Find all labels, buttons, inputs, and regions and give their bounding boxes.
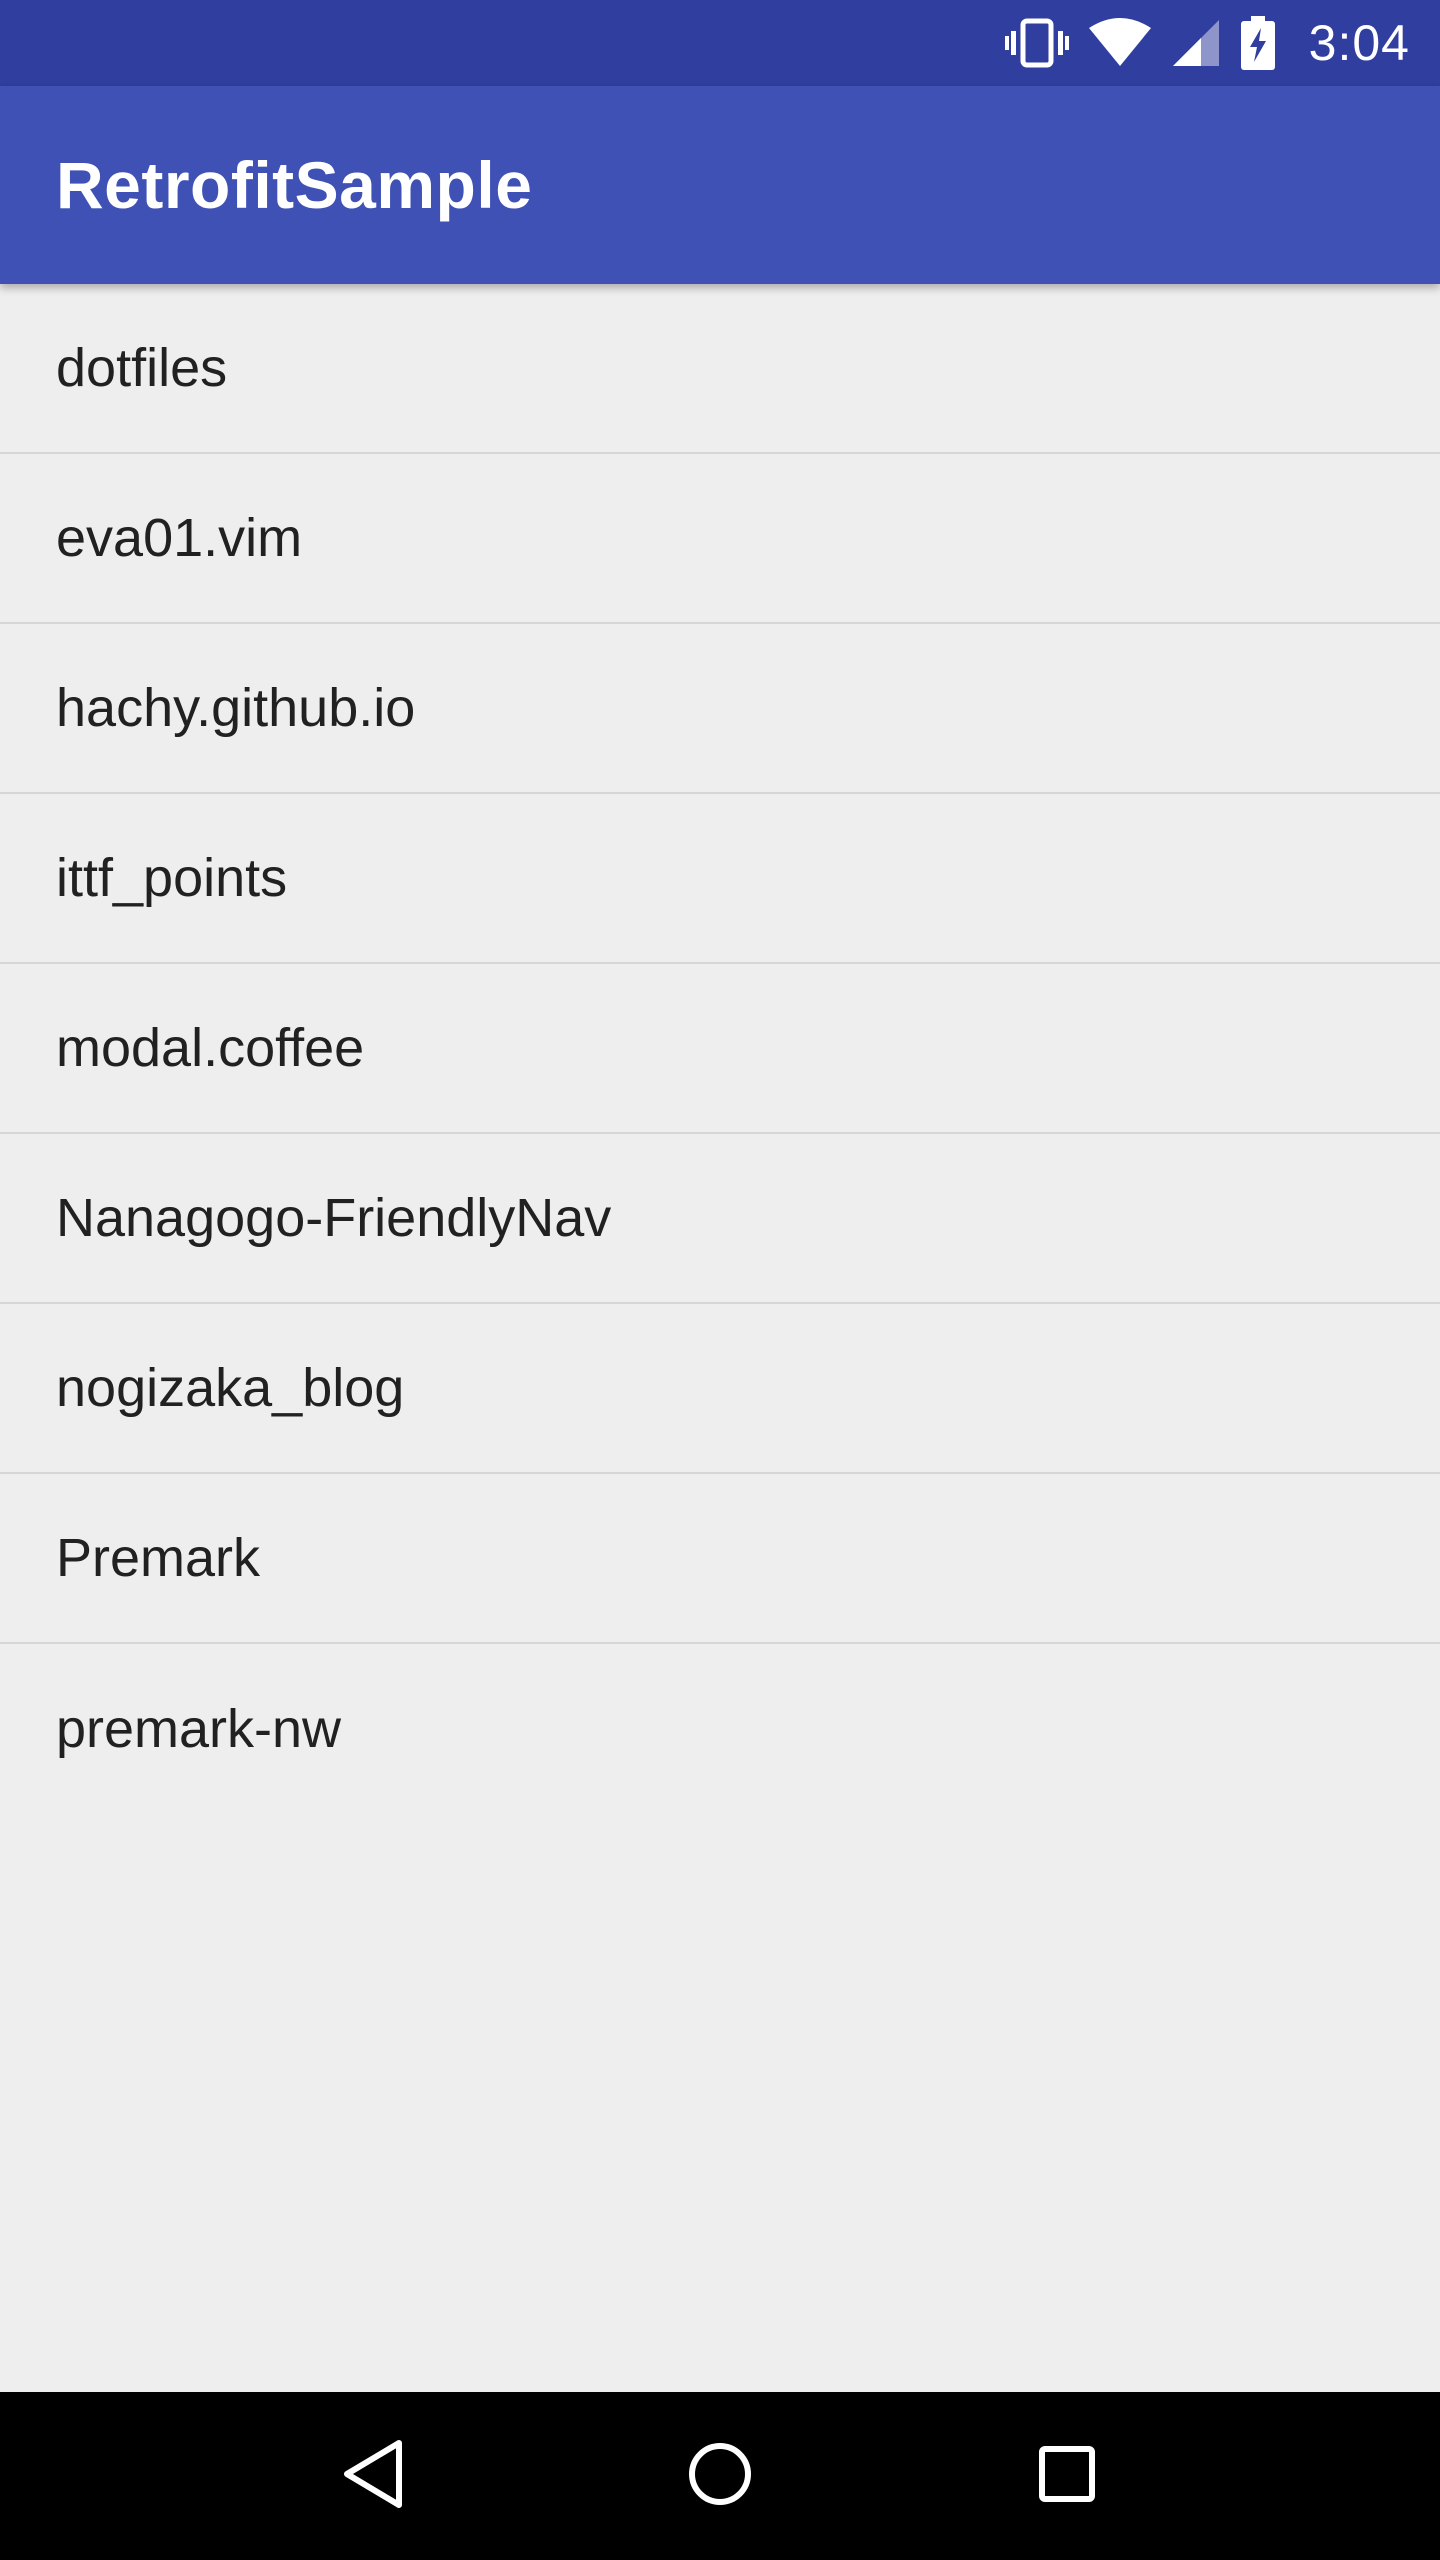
nav-bar (0, 2392, 1440, 2560)
list-item[interactable]: ittf_points (0, 794, 1440, 964)
recents-button[interactable] (1007, 2416, 1127, 2536)
list-item[interactable]: modal.coffee (0, 964, 1440, 1134)
cell-signal-icon (1171, 18, 1221, 68)
list-item-label: hachy.github.io (56, 678, 416, 738)
list-item-label: nogizaka_blog (56, 1358, 405, 1418)
list-item-label: Nanagogo-FriendlyNav (56, 1188, 612, 1248)
home-button[interactable] (660, 2416, 780, 2536)
recents-icon (1037, 2444, 1097, 2508)
list-item[interactable]: premark-nw (0, 1644, 1440, 1814)
list-item-label: modal.coffee (56, 1018, 365, 1078)
list-item[interactable]: dotfiles (0, 284, 1440, 454)
wifi-icon (1088, 18, 1151, 68)
status-icons: 3:04 (1004, 14, 1410, 72)
list-item[interactable]: nogizaka_blog (0, 1304, 1440, 1474)
list-item-label: premark-nw (56, 1699, 342, 1759)
list-item[interactable]: eva01.vim (0, 454, 1440, 624)
list-item-label: Premark (56, 1528, 261, 1588)
app-screen: 3:04 RetrofitSample dotfiles eva01.vim h… (0, 0, 1440, 2560)
repo-list: dotfiles eva01.vim hachy.github.io ittf_… (0, 284, 1440, 1814)
vibrate-icon (1004, 18, 1069, 68)
battery-charging-icon (1240, 16, 1275, 70)
list-item[interactable]: hachy.github.io (0, 624, 1440, 794)
list-item[interactable]: Nanagogo-FriendlyNav (0, 1134, 1440, 1304)
app-bar: RetrofitSample (0, 86, 1440, 284)
list-item[interactable]: Premark (0, 1474, 1440, 1644)
list-item-label: eva01.vim (56, 508, 303, 568)
back-icon (341, 2439, 405, 2513)
list-item-label: dotfiles (56, 338, 228, 398)
list-item-label: ittf_points (56, 848, 288, 908)
home-icon (687, 2441, 753, 2511)
status-bar: 3:04 (0, 0, 1440, 86)
status-time: 3:04 (1308, 15, 1410, 71)
app-title: RetrofitSample (56, 148, 533, 222)
back-button[interactable] (313, 2416, 433, 2536)
